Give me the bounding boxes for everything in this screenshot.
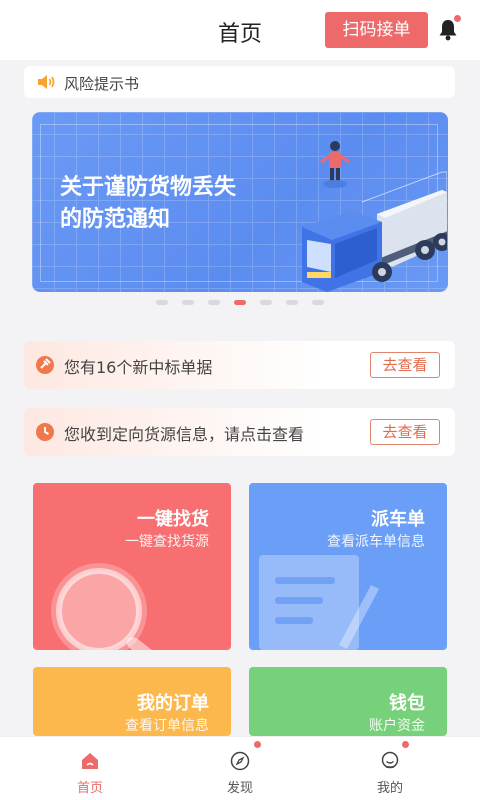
banner-carousel[interactable]: 关于谨防货物丢失 的防范通知 bbox=[32, 112, 448, 292]
compass-icon bbox=[230, 751, 250, 771]
wallet-card[interactable]: 钱包 账户资金 bbox=[249, 667, 447, 736]
alert-text: 您收到定向货源信息，请点击查看 bbox=[64, 425, 305, 444]
card-title: 派车单 bbox=[371, 509, 425, 530]
view-cargo-button[interactable]: 去查看 bbox=[370, 419, 440, 445]
auction-icon bbox=[36, 356, 54, 374]
carousel-dot[interactable] bbox=[208, 300, 220, 305]
bottom-tab-bar: 首页 发现 我的 bbox=[0, 736, 480, 800]
alert-new-bids[interactable]: 您有16个新中标单据 去查看 bbox=[24, 341, 455, 389]
notification-badge bbox=[454, 15, 461, 22]
top-app-bar: 首页 扫码接单 bbox=[0, 0, 480, 60]
carousel-dot[interactable] bbox=[182, 300, 194, 305]
view-bids-button[interactable]: 去查看 bbox=[370, 352, 440, 378]
find-cargo-card[interactable]: 一键找货 一键查找货源 bbox=[33, 483, 231, 650]
tab-discover[interactable]: 发现 bbox=[160, 737, 320, 800]
notice-text: 风险提示书 bbox=[64, 75, 140, 93]
tab-label: 首页 bbox=[76, 781, 103, 796]
card-subtitle: 查看派车单信息 bbox=[327, 534, 425, 550]
tab-home[interactable]: 首页 bbox=[10, 737, 170, 800]
alert-text: 您有16个新中标单据 bbox=[64, 358, 213, 377]
document-pen-icon bbox=[259, 555, 379, 650]
discover-badge bbox=[254, 741, 261, 748]
carousel-dot[interactable] bbox=[260, 300, 272, 305]
card-subtitle: 查看订单信息 bbox=[125, 718, 209, 734]
tab-label: 发现 bbox=[226, 781, 253, 796]
card-subtitle: 账户资金 bbox=[369, 718, 425, 734]
banner-line-1: 关于谨防货物丢失 bbox=[60, 175, 237, 200]
home-icon bbox=[82, 753, 98, 769]
risk-notice-bar[interactable]: 风险提示书 bbox=[24, 66, 455, 98]
truck-illustration bbox=[302, 141, 447, 292]
tab-mine[interactable]: 我的 bbox=[310, 737, 470, 800]
banner-headline: 关于谨防货物丢失 的防范通知 bbox=[60, 172, 236, 236]
dispatch-order-card[interactable]: 派车单 查看派车单信息 bbox=[249, 483, 447, 650]
carousel-dot[interactable] bbox=[312, 300, 324, 305]
card-title: 一键找货 bbox=[137, 509, 209, 530]
my-orders-card[interactable]: 我的订单 查看订单信息 bbox=[33, 667, 231, 736]
alert-directed-cargo[interactable]: 您收到定向货源信息，请点击查看 去查看 bbox=[24, 408, 455, 456]
clock-icon bbox=[36, 423, 54, 441]
card-title: 钱包 bbox=[389, 693, 425, 714]
carousel-dot[interactable] bbox=[286, 300, 298, 305]
card-subtitle: 一键查找货源 bbox=[125, 534, 209, 550]
magnifier-icon bbox=[51, 563, 152, 650]
mine-badge bbox=[402, 741, 409, 748]
scan-to-accept-button[interactable]: 扫码接单 bbox=[325, 12, 428, 48]
banner-line-2: 的防范通知 bbox=[60, 207, 171, 232]
profile-icon bbox=[381, 751, 399, 769]
card-title: 我的订单 bbox=[137, 693, 209, 714]
carousel-dot[interactable] bbox=[234, 300, 246, 305]
carousel-dot[interactable] bbox=[156, 300, 168, 305]
carousel-indicator bbox=[0, 300, 480, 308]
tab-label: 我的 bbox=[376, 781, 403, 796]
speaker-icon bbox=[36, 73, 56, 95]
